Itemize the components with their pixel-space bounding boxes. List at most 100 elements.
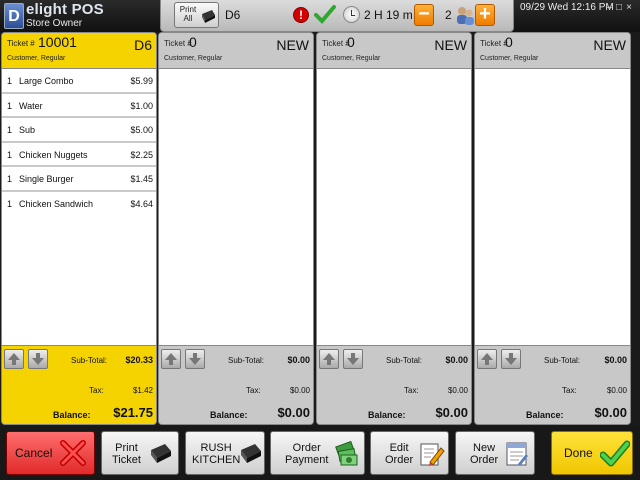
list-item[interactable]: 1 Water $1.00: [2, 94, 156, 119]
arrow-down-icon: [347, 353, 359, 365]
item-qty: 1: [7, 125, 13, 136]
scroll-up-button[interactable]: [4, 349, 24, 369]
ticket-panel-2[interactable]: Ticket # 0 NEW Customer, Regular Sub-Tot…: [158, 32, 314, 425]
ticket-header[interactable]: Ticket # 0 NEW Customer, Regular: [475, 33, 630, 69]
scroll-up-button[interactable]: [319, 349, 339, 369]
list-item[interactable]: 1 Chicken Nuggets $2.25: [2, 143, 156, 168]
balance-label: Balance:: [368, 410, 406, 420]
subtotal-label: Sub-Total:: [71, 356, 108, 365]
new-document-icon: [504, 440, 530, 473]
ticket-panel-3[interactable]: Ticket # 0 NEW Customer, Regular Sub-Tot…: [316, 32, 472, 425]
increase-guests-button[interactable]: +: [475, 4, 495, 26]
item-qty: 1: [7, 174, 13, 185]
printer-icon: [148, 440, 174, 471]
item-name: Water: [19, 100, 43, 111]
item-price: $5.99: [130, 76, 153, 86]
item-name: Chicken Nuggets: [19, 149, 88, 160]
ticket-number: 10001: [38, 34, 77, 50]
ticket-status: NEW: [276, 37, 309, 53]
ticket-panel-4[interactable]: Ticket # 0 NEW Customer, Regular Sub-Tot…: [474, 32, 631, 425]
ticket-customer: Customer, Regular: [7, 55, 66, 62]
tax-label: Tax:: [89, 386, 104, 395]
print-ticket-button[interactable]: Print Ticket: [101, 431, 179, 475]
system-clock: 09/29 Wed 12:16 PM: [520, 2, 614, 13]
ticket-number: 0: [347, 34, 355, 50]
alert-icon[interactable]: !: [293, 7, 309, 23]
order-payment-button[interactable]: Order Payment: [270, 431, 365, 475]
print-label-line1: Print: [115, 442, 138, 454]
clock-icon: [343, 6, 360, 23]
kitchen-printer-icon: [238, 440, 264, 471]
ticket-status: NEW: [593, 37, 626, 53]
guests-icon: [455, 5, 475, 32]
subtotal-value: $20.33: [125, 355, 153, 365]
scroll-down-button[interactable]: [343, 349, 363, 369]
ticket-header[interactable]: Ticket # 0 NEW Customer, Regular: [159, 33, 313, 69]
arrow-up-icon: [165, 353, 177, 365]
minimize-button[interactable]: –: [604, 2, 614, 13]
tax-value: $0.00: [289, 386, 310, 395]
arrow-up-icon: [8, 353, 20, 365]
decrease-guests-button[interactable]: −: [414, 4, 434, 26]
new-order-button[interactable]: New Order: [455, 431, 535, 475]
scroll-down-button[interactable]: [28, 349, 48, 369]
pay-label-line1: Order: [292, 442, 321, 454]
arrow-up-icon: [323, 353, 335, 365]
ticket-number: 0: [189, 34, 197, 50]
arrow-down-icon: [32, 353, 44, 365]
edit-order-button[interactable]: Edit Order: [370, 431, 449, 475]
app-logo: D elight POS Store Owner: [2, 1, 158, 31]
balance-value: $0.00: [277, 405, 310, 420]
balance-label: Balance:: [526, 410, 564, 420]
list-item[interactable]: 1 Chicken Sandwich $4.64: [2, 192, 156, 217]
checkmark-icon: [599, 440, 631, 473]
printer-icon: [199, 7, 217, 30]
rush-kitchen-button[interactable]: RUSH KITCHEN: [185, 431, 265, 475]
scroll-up-button[interactable]: [161, 349, 181, 369]
print-all-button[interactable]: Print All: [174, 2, 219, 28]
item-price: $1.45: [130, 174, 153, 185]
balance-value: $0.00: [435, 405, 468, 420]
guest-count: 2: [445, 8, 452, 22]
cancel-button[interactable]: Cancel: [6, 431, 95, 475]
cash-icon: [333, 440, 361, 473]
subtotal-label: Sub-Total:: [228, 356, 265, 365]
close-button[interactable]: ×: [624, 2, 634, 13]
list-item[interactable]: 1 Large Combo $5.99: [2, 69, 156, 94]
logo-mark: D: [4, 3, 24, 29]
ticket-totals: Sub-Total: $0.00 Tax: $0.00 Balance: $0.…: [159, 345, 313, 424]
ticket-label: Ticket #: [7, 39, 35, 48]
list-item[interactable]: 1 Sub $5.00: [2, 118, 156, 143]
rush-label-line2: KITCHEN: [192, 454, 241, 466]
done-button[interactable]: Done: [551, 431, 633, 475]
rush-label-line1: RUSH: [200, 442, 232, 454]
item-name: Sub: [19, 125, 36, 136]
app-name: elight POS: [26, 1, 104, 18]
tax-label: Tax:: [246, 386, 261, 395]
ticket-totals: Sub-Total: $0.00 Tax: $0.00 Balance: $0.…: [475, 345, 630, 424]
check-icon[interactable]: [314, 4, 336, 29]
tax-value: $1.42: [132, 386, 153, 395]
subtotal-label: Sub-Total:: [544, 356, 581, 365]
maximize-button[interactable]: □: [614, 2, 624, 13]
tax-value: $0.00: [606, 386, 627, 395]
user-role: Store Owner: [26, 18, 83, 29]
edit-order-label: Edit Order: [385, 442, 413, 466]
item-price: $1.00: [130, 100, 153, 111]
scroll-down-button[interactable]: [185, 349, 205, 369]
scroll-down-button[interactable]: [501, 349, 521, 369]
ticket-header[interactable]: Ticket # 10001 D6 Customer, Regular: [2, 33, 156, 69]
header-bar: D elight POS Store Owner Print All D6 ! …: [0, 0, 640, 32]
balance-value: $21.75: [113, 405, 153, 420]
close-x-icon: [58, 438, 88, 473]
list-item[interactable]: 1 Single Burger $1.45: [2, 167, 156, 192]
ticket-panel-1[interactable]: Ticket # 10001 D6 Customer, Regular 1 La…: [1, 32, 157, 425]
tax-value: $0.00: [447, 386, 468, 395]
item-price: $4.64: [130, 198, 153, 209]
ticket-totals: Sub-Total: $0.00 Tax: $0.00 Balance: $0.…: [317, 345, 471, 424]
balance-value: $0.00: [594, 405, 627, 420]
ticket-header[interactable]: Ticket # 0 NEW Customer, Regular: [317, 33, 471, 69]
ticket-customer: Customer, Regular: [164, 55, 223, 62]
item-qty: 1: [7, 100, 13, 111]
scroll-up-button[interactable]: [477, 349, 497, 369]
